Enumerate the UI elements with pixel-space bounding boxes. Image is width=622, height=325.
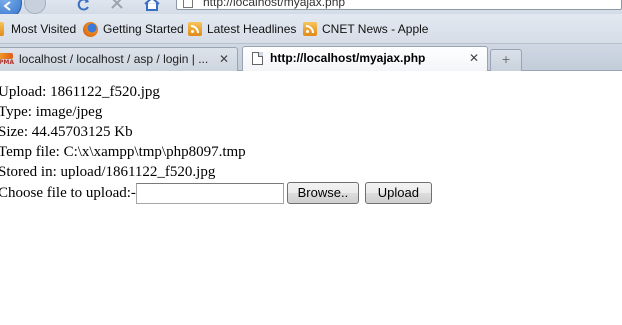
bookmark-label: Most Visited <box>11 22 77 36</box>
firefox-icon <box>83 21 98 37</box>
rss-icon <box>188 22 202 36</box>
browse-button[interactable]: Browse.. <box>286 182 359 204</box>
rss-icon <box>303 22 317 36</box>
bookmarks-toolbar: Most Visited Getting Started Latest Head… <box>0 14 622 44</box>
bookmark-getting-started[interactable]: Getting Started <box>83 21 184 37</box>
file-type-text: Type: image/jpeg <box>0 104 103 120</box>
upload-button[interactable]: Upload <box>364 182 432 204</box>
page-icon <box>183 0 193 8</box>
close-icon[interactable]: ✕ <box>219 48 229 70</box>
address-bar[interactable]: http://localhost/myajax.php <box>176 0 622 10</box>
bookmark-label: Latest Headlines <box>207 22 297 36</box>
bookmark-most-visited[interactable]: Most Visited <box>11 21 76 37</box>
temp-file-text: Temp file: C:\x\xampp\tmp\php8097.tmp <box>0 144 246 160</box>
plus-icon: + <box>501 53 511 66</box>
bookmark-label: Getting Started <box>103 22 184 36</box>
page-content: Upload: 1861122_f520.jpg Type: image/jpe… <box>0 82 622 204</box>
phpmyadmin-icon: PMA <box>0 53 15 66</box>
back-button[interactable] <box>0 0 22 14</box>
bookmark-cnet-news-apple[interactable]: CNET News - Apple <box>303 21 428 37</box>
file-path-input[interactable] <box>135 182 284 204</box>
tab-myajax-active[interactable]: http://localhost/myajax.php ✕ <box>242 46 488 71</box>
tab-label: http://localhost/myajax.php <box>270 51 426 65</box>
page-icon <box>252 52 263 65</box>
new-tab-button[interactable]: + <box>490 49 522 71</box>
close-icon[interactable]: ✕ <box>469 47 479 69</box>
bookmark-folder-icon <box>0 22 4 36</box>
address-bar-url: http://localhost/myajax.php <box>203 0 346 9</box>
bookmark-latest-headlines[interactable]: Latest Headlines <box>188 21 296 37</box>
navigation-toolbar: http://localhost/myajax.php <box>0 0 622 14</box>
forward-button[interactable] <box>24 0 46 14</box>
tab-phpmyadmin-login[interactable]: PMA localhost / localhost / asp / login … <box>0 47 238 71</box>
upload-filename-text: Upload: 1861122_f520.jpg <box>0 84 160 100</box>
stop-icon[interactable] <box>110 0 124 10</box>
tab-strip: PMA localhost / localhost / asp / login … <box>0 44 622 71</box>
bookmark-label: CNET News - Apple <box>322 22 429 36</box>
home-icon[interactable] <box>143 0 161 12</box>
upload-form: Choose file to upload:- Browse.. Upload <box>0 182 622 204</box>
tab-label: localhost / localhost / asp / login | ..… <box>19 52 209 66</box>
file-size-text: Size: 44.45703125 Kb <box>0 124 133 140</box>
stored-in-text: Stored in: upload/1861122_f520.jpg <box>0 164 216 180</box>
reload-icon[interactable] <box>76 0 92 12</box>
back-arrow-icon <box>3 1 11 11</box>
choose-file-label: Choose file to upload:- <box>0 185 136 201</box>
